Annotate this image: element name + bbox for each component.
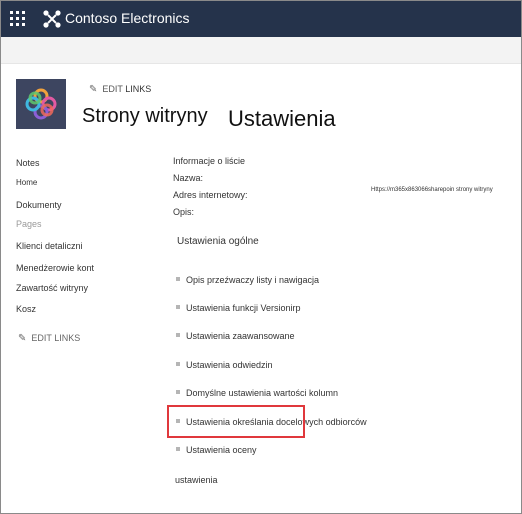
bullet-icon xyxy=(176,447,180,451)
link-label: Ustawienia funkcji Versionirp xyxy=(186,303,301,313)
app-launcher-icon[interactable] xyxy=(10,11,26,27)
general-settings-header: Ustawienia ogólne xyxy=(177,236,259,247)
settings-link-validation[interactable]: Ustawienia odwiedzin xyxy=(176,360,273,370)
nav-item-pages: Pages xyxy=(16,219,42,229)
link-label: Ustawienia zaawansowane xyxy=(186,331,295,341)
pencil-icon: ✎ xyxy=(18,333,27,344)
edit-links-suffix: LINKS xyxy=(125,84,152,94)
bullet-icon xyxy=(176,277,180,281)
edit-label: EDIT xyxy=(102,84,123,94)
site-title[interactable]: Strony witryny xyxy=(82,105,208,128)
command-band xyxy=(1,37,521,64)
nav-item-home[interactable]: Home xyxy=(16,178,37,187)
bullet-icon xyxy=(176,362,180,366)
edit-links-top[interactable]: ✎ EDIT LINKS xyxy=(89,84,151,95)
link-label: Opis przeźwaczy listy i nawigacja xyxy=(186,275,320,285)
nav-item-notes[interactable]: Notes xyxy=(16,158,40,168)
settings-link-advanced[interactable]: Ustawienia zaawansowane xyxy=(176,331,295,341)
pencil-icon: ✎ xyxy=(89,84,98,95)
contoso-logo-icon[interactable] xyxy=(42,9,62,29)
edit-links-side[interactable]: ✎ EDIT LINKS xyxy=(18,333,80,344)
browser-frame: Contoso Electronics ✎ EDIT LINKS Strony w… xyxy=(0,0,522,514)
bullet-icon xyxy=(176,333,180,337)
suite-bar: Contoso Electronics xyxy=(1,1,521,37)
app-name[interactable]: Contoso Electronics xyxy=(65,10,190,26)
settings-link-title-description-navigation[interactable]: Opis przeźwaczy listy i nawigacja xyxy=(176,275,319,285)
nav-item-account-managers[interactable]: Menedżerowie kont xyxy=(16,263,94,273)
edit-links-label: EDIT LINKS xyxy=(31,333,81,343)
nav-item-documents[interactable]: Dokumenty xyxy=(16,200,62,210)
settings-link-audience-targeting[interactable]: Ustawienia określania docelowych odbiorc… xyxy=(176,417,367,427)
settings-link-rating[interactable]: Ustawienia oceny xyxy=(176,445,257,455)
permissions-section-header: ustawienia xyxy=(175,475,218,485)
link-label: Domyślne ustawienia wartości kolumn xyxy=(186,388,339,398)
site-logo-icon xyxy=(25,88,57,120)
list-info-header: Informacje o liście xyxy=(173,156,246,166)
link-label: Ustawienia określania docelowych odbiorc… xyxy=(186,417,367,427)
address-value: Https://m365x863066sharepoin strony witr… xyxy=(371,187,493,193)
settings-link-versioning[interactable]: Ustawienia funkcji Versionirp xyxy=(176,303,301,313)
link-label: Ustawienia oceny xyxy=(186,445,257,455)
site-logo[interactable] xyxy=(16,79,66,129)
address-label: Adres internetowy: xyxy=(173,190,248,200)
link-label: Ustawienia odwiedzin xyxy=(186,360,273,370)
bullet-icon xyxy=(176,390,180,394)
nav-item-site-contents[interactable]: Zawartość witryny xyxy=(16,283,88,293)
settings-link-column-default-values[interactable]: Domyślne ustawienia wartości kolumn xyxy=(176,388,338,398)
bullet-icon xyxy=(176,305,180,309)
bullet-icon xyxy=(176,419,180,423)
page-title: Ustawienia xyxy=(228,106,336,131)
nav-item-retail-clients[interactable]: Klienci detaliczni xyxy=(16,241,83,251)
name-label: Nazwa: xyxy=(173,173,204,183)
nav-item-recycle-bin[interactable]: Kosz xyxy=(16,304,36,314)
description-label: Opis: xyxy=(173,207,195,217)
